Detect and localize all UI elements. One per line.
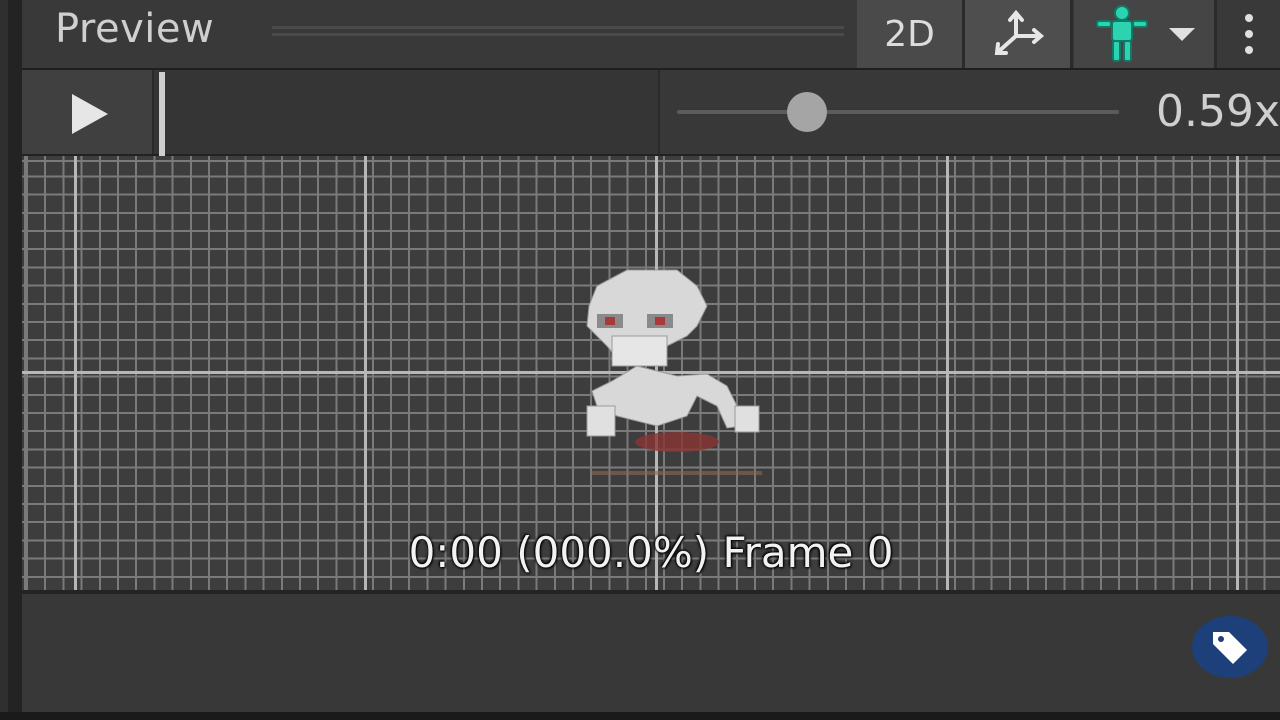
avatar-select-button[interactable] [1074, 0, 1214, 68]
preview-viewport[interactable]: 0:00 (000.0%) Frame 0 [22, 156, 1280, 590]
panel-title: Preview [55, 6, 215, 52]
mode-2d-button[interactable]: 2D [857, 0, 962, 68]
asset-labels-button[interactable] [1192, 616, 1268, 678]
drag-handle[interactable] [272, 26, 844, 40]
speed-slider-track[interactable] [677, 110, 1119, 114]
play-button[interactable] [22, 70, 154, 154]
frame-info-label: 0:00 (000.0%) Frame 0 [408, 528, 894, 577]
playback-toolbar: 0.59x [22, 70, 1280, 156]
bottom-edge [0, 712, 1280, 720]
kebab-menu-icon [1245, 14, 1253, 54]
humanoid-avatar-icon [1096, 5, 1148, 62]
pivot-toggle-button[interactable] [965, 0, 1070, 68]
tag-icon [1213, 632, 1247, 664]
character-sprite [586, 269, 762, 475]
playhead[interactable] [159, 72, 165, 156]
timeline-scrubber[interactable] [154, 70, 660, 156]
speed-slider-thumb[interactable] [787, 92, 828, 132]
playback-speed-label: 0.59x [1155, 86, 1280, 137]
chevron-down-icon [1169, 28, 1195, 41]
left-window-edge [0, 0, 22, 720]
preview-panel: Preview 2D 0.59x 0:00 (000.0%) Frame 0 [22, 0, 1280, 716]
preview-footer [22, 590, 1280, 716]
more-options-button[interactable] [1218, 0, 1280, 68]
play-icon [72, 94, 108, 134]
pivot-axes-icon [994, 9, 1044, 55]
preview-header: Preview 2D [22, 0, 1280, 70]
